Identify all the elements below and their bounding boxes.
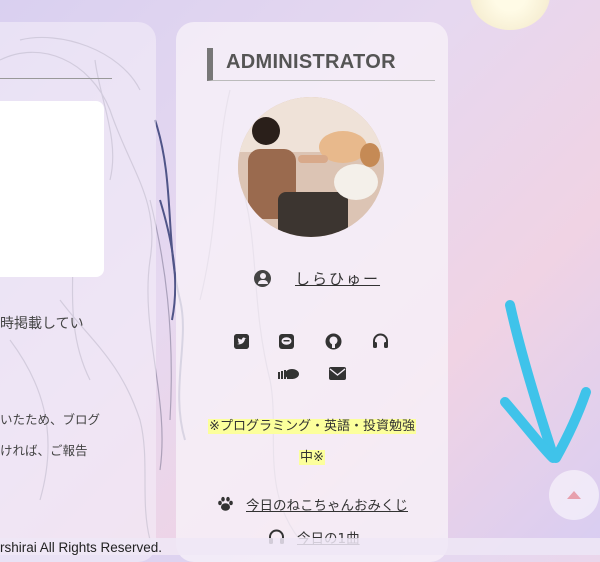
chevron-up-icon [567, 491, 581, 499]
arrow-annotation [500, 300, 591, 463]
footer: rshirai All Rights Reserved. [0, 538, 600, 555]
copyright-text: rshirai All Rights Reserved. [0, 540, 163, 555]
scroll-to-top-button[interactable] [549, 470, 599, 520]
